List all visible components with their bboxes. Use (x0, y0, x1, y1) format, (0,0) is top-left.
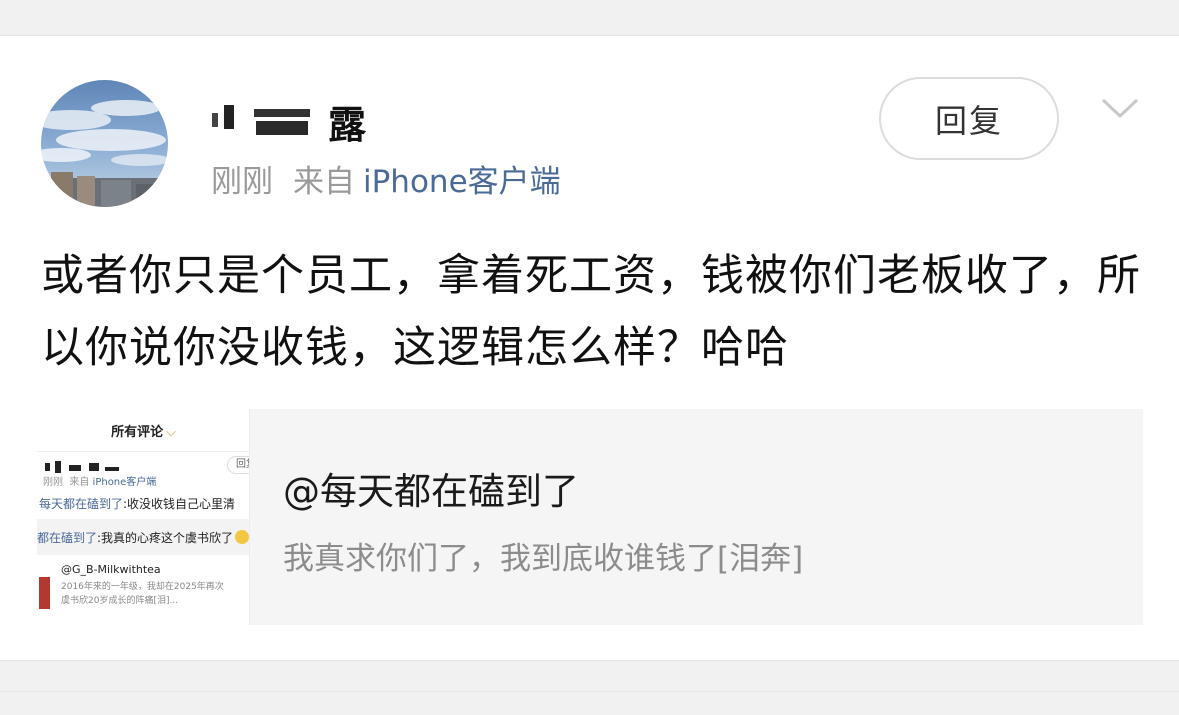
thumb-comment-line-1: 2016年来的一年级，我却在2025年再次 (61, 582, 224, 592)
user-name-text: 露 (328, 102, 368, 147)
thumb-name-redaction (45, 461, 125, 473)
comment-body: 或者你只是个员工，拿着死工资，钱被你们老板收了，所以你说你没收钱，这逻辑怎么样？… (41, 251, 1141, 373)
thumb-commenter: @G_B-Milkwithtea (61, 563, 161, 576)
bottom-separator-band (0, 660, 1179, 715)
avatar[interactable] (41, 80, 168, 207)
thumb-reply-button: 回复 (227, 456, 249, 474)
reply-button[interactable]: 回复 (879, 77, 1059, 160)
thumb-line-1: 每天都在磕到了:收没收钱自己心里清 (39, 497, 236, 511)
post-meta: 刚刚 来自 iPhone客户端 (211, 160, 561, 204)
crying-emoji-icon (235, 530, 249, 544)
top-separator-band (0, 0, 1179, 36)
thumb-line-2: 都在磕到了:我真的心疼这个虞书欣了 (37, 529, 249, 546)
source-prefix: 来自 (293, 164, 355, 200)
quoted-text: 我真求你们了，我到底收谁钱了[泪奔] (283, 541, 804, 577)
thumb-avatar (39, 577, 50, 609)
user-name[interactable]: 露 (212, 96, 368, 147)
name-redaction (212, 99, 324, 143)
source-client-link[interactable]: iPhone客户端 (363, 164, 561, 200)
thumb-comment-line-2: 虞书欣20岁成长的阵痛[泪]... (61, 596, 179, 606)
thumb-meta: 刚刚 来自 iPhone客户端 (43, 477, 157, 488)
chevron-down-icon[interactable] (1100, 96, 1140, 120)
post-time: 刚刚 (211, 164, 273, 200)
quoted-thumbnail[interactable]: 所有评论⌵ 回复 刚刚 来自 iPhone客户端 每天都在磕到了:收没收钱自己心… (37, 409, 250, 625)
quoted-author[interactable]: @每天都在磕到了 (283, 461, 579, 515)
quoted-post[interactable]: 所有评论⌵ 回复 刚刚 来自 iPhone客户端 每天都在磕到了:收没收钱自己心… (37, 409, 1143, 625)
thumb-header: 所有评论 ⌵ (111, 425, 176, 440)
